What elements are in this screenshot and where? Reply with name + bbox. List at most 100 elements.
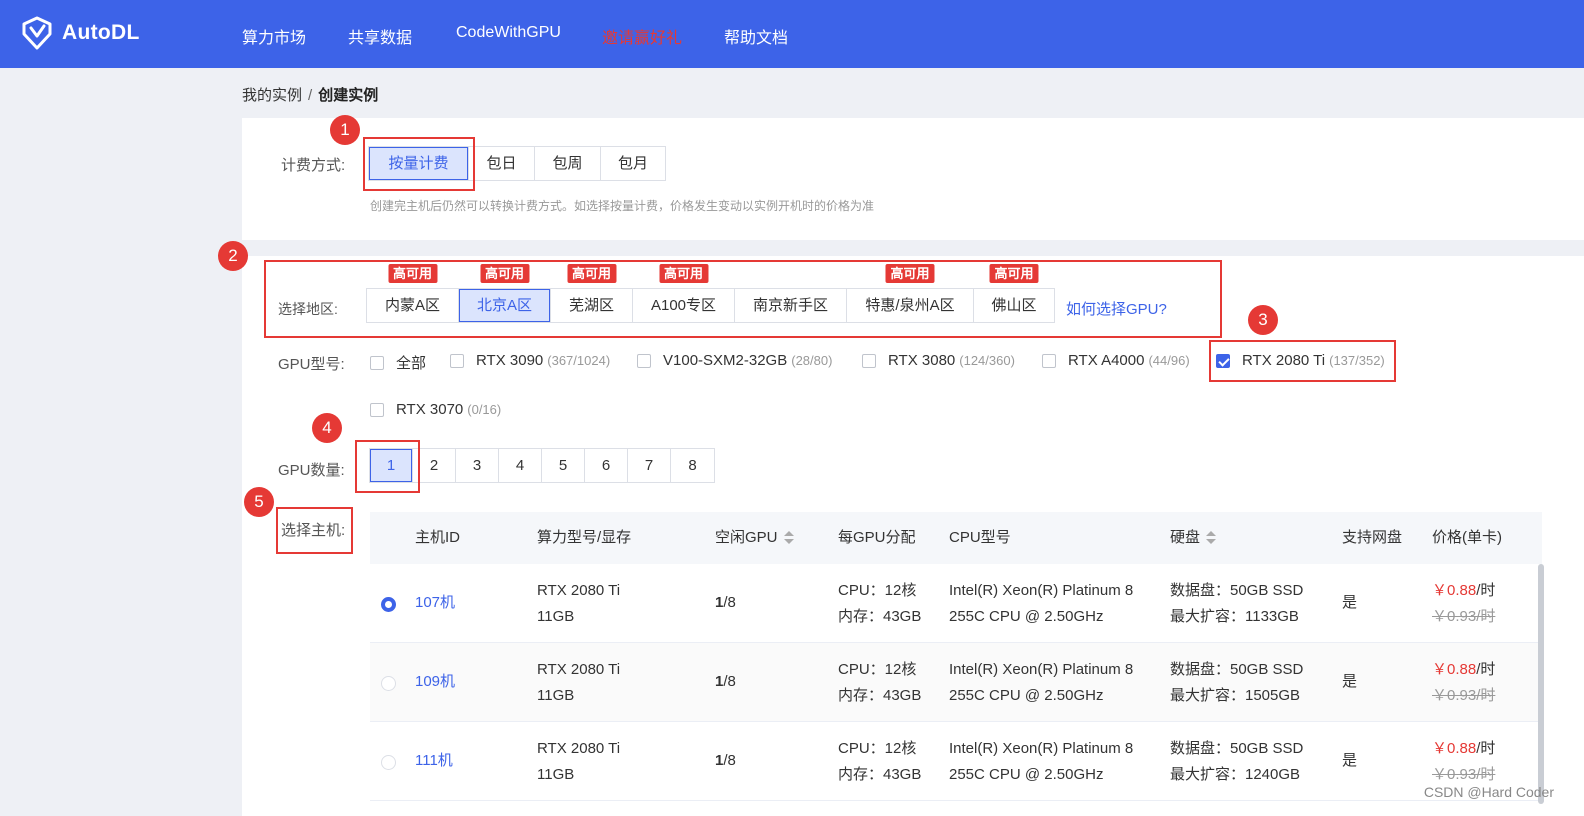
gpu-count-option-6[interactable]: 6 (585, 449, 628, 482)
cpu-cores-text: CPU：12核 (838, 740, 917, 757)
sort-icon[interactable] (783, 531, 794, 545)
checkbox[interactable] (637, 353, 651, 368)
gpu-model-option-rtx3090[interactable]: RTX 3090 (367/1024) (450, 352, 610, 369)
nav-item-market[interactable]: 算力市场 (242, 24, 306, 48)
column-header-free-gpu[interactable]: 空闲GPU (715, 512, 794, 564)
top-navbar: AutoDL 算力市场 共享数据 CodeWithGPU 邀请赢好礼 帮助文档 (0, 0, 1584, 68)
gpu-count-option-3[interactable]: 3 (456, 449, 499, 482)
cpu-model-cell: Intel(R) Xeon(R) Platinum 8 255C CPU @ 2.… (949, 736, 1133, 788)
breadcrumb-separator: / (308, 87, 313, 104)
table-row[interactable]: 111机 RTX 2080 Ti 11GB 1/8 CPU：12核 内存：43GB … (370, 722, 1542, 801)
host-id-link[interactable]: 111机 (415, 748, 453, 774)
data-disk-text: 数据盘：50GB SSD (1170, 582, 1304, 599)
gpu-availability-count: (44/96) (1148, 353, 1190, 368)
high-availability-tag: 高可用 (387, 264, 438, 283)
gpu-model-name: RTX 2080 Ti (1242, 352, 1326, 369)
region-option-label: 特惠/泉州A区 (865, 297, 955, 314)
table-scrollbar[interactable] (1538, 564, 1544, 804)
radio-unselected[interactable] (381, 755, 396, 770)
gpu-availability-count: (367/1024) (547, 353, 611, 368)
gpu-model-option-rtxa4000[interactable]: RTX A4000 (44/96) (1042, 352, 1190, 369)
high-availability-tag: 高可用 (566, 264, 617, 283)
radio-selected[interactable] (381, 597, 396, 612)
gpu-count-option-5[interactable]: 5 (542, 449, 585, 482)
gpu-model-option-rtx3070[interactable]: RTX 3070 (0/16) (370, 401, 501, 418)
billing-option-daily[interactable]: 包日 (469, 147, 535, 180)
cpu-model-line1: Intel(R) Xeon(R) Platinum 8 (949, 582, 1134, 599)
gpu-model-option-all[interactable]: 全部 (370, 352, 426, 373)
high-availability-tag: 高可用 (479, 264, 530, 283)
billing-option-weekly[interactable]: 包周 (535, 147, 601, 180)
gpu-count-option-7[interactable]: 7 (628, 449, 671, 482)
gpu-model-option-rtx3080[interactable]: RTX 3080 (124/360) (862, 352, 1015, 369)
checkbox-checked[interactable] (1216, 353, 1230, 368)
current-price-value: ￥0.88 (1432, 661, 1477, 678)
column-header-netdisk: 支持网盘 (1342, 529, 1403, 546)
gpu-model-name: RTX 3070 (396, 401, 464, 418)
gpu-model-option-v100[interactable]: V100-SXM2-32GB (28/80) (637, 352, 832, 369)
free-gpu-cell: 1/8 (715, 669, 736, 695)
disk-cell: 数据盘：50GB SSD 最大扩容：1133GB (1170, 578, 1303, 630)
radio-unselected[interactable] (381, 676, 396, 691)
current-price: ￥0.88/时 (1432, 740, 1495, 757)
vram-text: 11GB (537, 687, 575, 704)
brand-logo[interactable]: AutoDL (20, 16, 140, 50)
table-row[interactable]: 107机 RTX 2080 Ti 11GB 1/8 CPU：12核 内存：43GB … (370, 564, 1542, 643)
region-option-nanjing-newbie[interactable]: 南京新手区 (735, 289, 847, 322)
data-disk-text: 数据盘：50GB SSD (1170, 661, 1304, 678)
region-options: 内蒙A区 高可用 北京A区 高可用 芜湖区 高可用 A100专区 高可用 南京新手区 特… (366, 264, 1055, 323)
checkbox[interactable] (862, 353, 876, 368)
memory-text: 内存：43GB (838, 687, 922, 704)
data-disk-text: 数据盘：50GB SSD (1170, 740, 1304, 757)
original-price: ￥0.93/时 (1432, 608, 1496, 625)
region-option-neimeng-a[interactable]: 内蒙A区 高可用 (367, 264, 459, 322)
checkbox[interactable] (370, 402, 384, 417)
billing-option-monthly[interactable]: 包月 (601, 147, 665, 180)
max-expand-text: 最大扩容：1505GB (1170, 687, 1301, 704)
column-header-disk[interactable]: 硬盘 (1170, 512, 1217, 564)
total-gpu-count: /8 (723, 752, 736, 769)
breadcrumb: 我的实例 / 创建实例 (242, 84, 378, 105)
gpu-availability-count: (137/352) (1329, 353, 1385, 368)
gpu-model-cell: RTX 2080 Ti 11GB (537, 736, 620, 788)
nav-item-invite[interactable]: 邀请赢好礼 (602, 24, 682, 48)
checkbox[interactable] (1042, 353, 1056, 368)
nav-item-help-docs[interactable]: 帮助文档 (724, 24, 788, 48)
region-option-foshan[interactable]: 佛山区 高可用 (974, 264, 1054, 322)
region-option-beijing-a[interactable]: 北京A区 高可用 (459, 264, 551, 322)
annotation-badge-5: 5 (244, 487, 274, 517)
checkbox[interactable] (370, 355, 384, 370)
region-option-wuhu[interactable]: 芜湖区 高可用 (551, 264, 633, 322)
gpu-availability-count: (124/360) (959, 353, 1015, 368)
original-price: ￥0.93/时 (1432, 687, 1496, 704)
gpu-count-option-8[interactable]: 8 (671, 449, 714, 482)
current-price-value: ￥0.88 (1432, 582, 1477, 599)
region-option-a100[interactable]: A100专区 高可用 (633, 264, 735, 322)
disk-cell: 数据盘：50GB SSD 最大扩容：1505GB (1170, 657, 1303, 709)
gpu-count-option-4[interactable]: 4 (499, 449, 542, 482)
gpu-count-option-2[interactable]: 2 (413, 449, 456, 482)
price-unit: /时 (1476, 582, 1496, 599)
host-id-link[interactable]: 109机 (415, 669, 455, 695)
cpu-model-line2: 255C CPU @ 2.50GHz (949, 608, 1104, 625)
breadcrumb-parent[interactable]: 我的实例 (242, 87, 302, 104)
column-header-per-gpu: 每GPU分配 (838, 529, 916, 546)
table-row[interactable]: 109机 RTX 2080 Ti 11GB 1/8 CPU：12核 内存：43GB … (370, 643, 1542, 722)
billing-hint: 创建完主机后仍然可以转换计费方式。如选择按量计费，价格发生变动以实例开机时的价格… (370, 199, 875, 213)
gpu-count-option-1[interactable]: 1 (370, 449, 413, 482)
nav-item-codewithgpu[interactable]: CodeWithGPU (456, 24, 561, 42)
current-price-value: ￥0.88 (1432, 740, 1477, 757)
nav-item-shared-data[interactable]: 共享数据 (348, 24, 412, 48)
cpu-cores-text: CPU：12核 (838, 582, 917, 599)
how-to-choose-gpu-link[interactable]: 如何选择GPU? (1066, 298, 1167, 319)
gpu-model-option-rtx2080ti[interactable]: RTX 2080 Ti (137/352) (1216, 352, 1385, 369)
sort-icon[interactable] (1206, 531, 1217, 545)
checkbox[interactable] (450, 353, 464, 368)
breadcrumb-current: 创建实例 (318, 87, 379, 104)
billing-option-payg[interactable]: 按量计费 (369, 147, 469, 180)
billing-options: 按量计费 包日 包周 包月 (368, 146, 666, 181)
region-option-quanzhou-a[interactable]: 特惠/泉州A区 高可用 (847, 264, 974, 322)
host-id-link[interactable]: 107机 (415, 590, 455, 616)
cpu-model-cell: Intel(R) Xeon(R) Platinum 8 255C CPU @ 2.… (949, 657, 1133, 709)
region-option-label: 北京A区 (476, 297, 532, 314)
